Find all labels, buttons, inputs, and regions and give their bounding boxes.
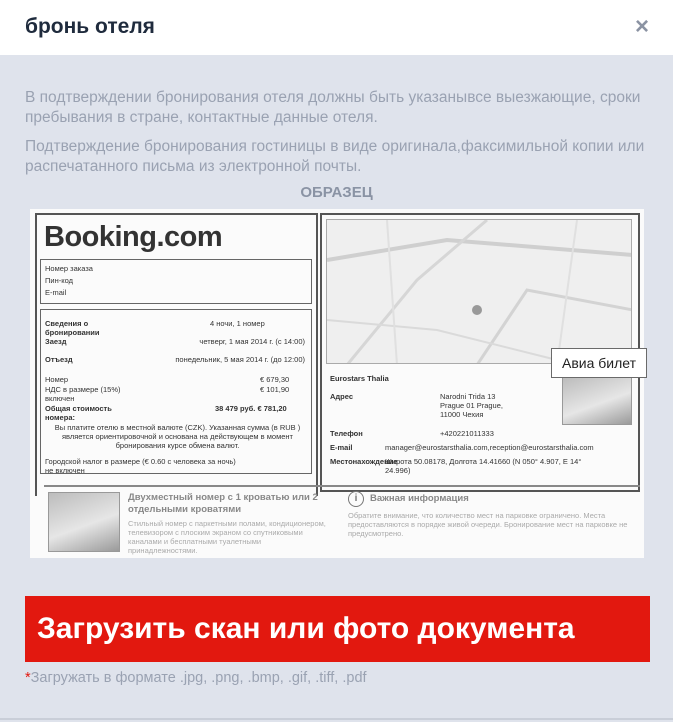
hotel-field-label: Адрес (330, 392, 354, 401)
field-email: E-mail (45, 288, 67, 297)
sample-document-image: Booking.com Номер заказа Пин-код E-mail … (30, 209, 644, 558)
detail-label: Отъезд (45, 355, 73, 364)
format-note-text: Загружать в формате .jpg, .png, .bmp, .g… (30, 670, 367, 686)
info-icon: i (348, 491, 364, 507)
tooltip: Авиа билет (551, 348, 647, 378)
tax-note: Городской налог в размере (€ 0.60 с чело… (45, 457, 236, 475)
room-photo (48, 492, 120, 552)
detail-label: Общая стоимость номера: (45, 404, 112, 422)
room-text: Стильный номер с паркетными полами, конд… (128, 519, 326, 555)
detail-value: понедельник, 5 мая 2014 г. (до 12:00) (175, 355, 305, 364)
detail-value: четверг, 1 мая 2014 г. (с 14:00) (199, 337, 305, 346)
hotel-field-value: +420221011333 (440, 429, 494, 438)
field-order-number: Номер заказа (45, 264, 93, 273)
hotel-photo (562, 377, 632, 425)
hotel-field-label: Телефон (330, 429, 363, 438)
modal-title: бронь отеля (25, 15, 155, 38)
info-text: Обратите внимание, что количество мест н… (348, 511, 628, 538)
detail-value: € 101,90 (260, 385, 290, 394)
close-icon[interactable]: × (635, 13, 649, 40)
detail-value: 4 ночи, 1 номер (210, 319, 265, 328)
sample-label: ОБРАЗЕЦ (300, 184, 373, 201)
close-button[interactable]: × (630, 14, 654, 40)
hotel-field-value: Широта 50.08178, Долгота 14.41660 (N 050… (385, 457, 582, 475)
upload-document-button[interactable]: Загрузить скан или фото документа (25, 596, 650, 662)
format-note: *Загружать в формате .jpg, .png, .bmp, .… (25, 670, 367, 686)
room-title: Двухместный номер с 1 кроватью или 2 отд… (128, 492, 318, 515)
hotel-map (326, 219, 632, 364)
detail-label: Заезд (45, 337, 67, 346)
detail-label: НДС в размере (15%) включен (45, 385, 121, 403)
bottom-divider (0, 718, 673, 720)
booking-logo: Booking.com (44, 221, 223, 253)
info-title: Важная информация (370, 493, 469, 504)
hotel-field-value: manager@eurostarsthalia.com,reception@eu… (385, 443, 594, 452)
hotel-field-label: E-mail (330, 443, 353, 452)
instruction-text-2: Подтверждение бронирования гостиницы в в… (25, 138, 645, 175)
instruction-text-1: В подтверждении бронирования отеля должн… (25, 89, 641, 126)
currency-note: Вы платите отелю в местной валюте (CZK).… (54, 423, 301, 450)
hotel-name: Eurostars Thalia (330, 374, 389, 383)
modal-header: бронь отеля × (0, 0, 673, 55)
hotel-field-value: Narodni Trida 13 Prague 01 Prague, 11000… (440, 392, 503, 419)
field-pin: Пин-код (45, 276, 73, 285)
detail-label: Сведения о бронировании (45, 319, 100, 337)
detail-value: 38 479 руб. € 781,20 (215, 404, 287, 413)
detail-value: € 679,30 (260, 375, 290, 384)
detail-label: Номер (45, 375, 69, 384)
